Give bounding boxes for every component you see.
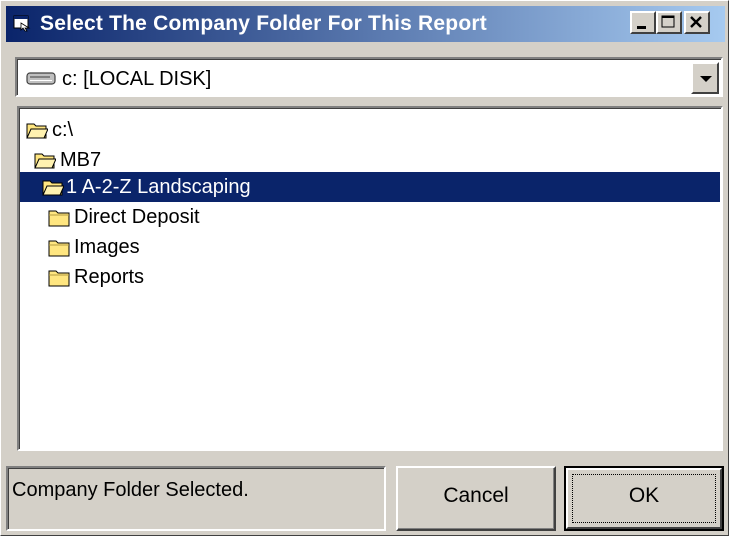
status-text: Company Folder Selected. [12,479,249,501]
folder-icon [48,240,70,257]
drive-select[interactable]: c: [LOCAL DISK] [15,57,723,97]
folder-icon [48,270,70,287]
maximize-button[interactable] [656,11,682,34]
cancel-button[interactable]: Cancel [396,466,556,531]
hard-drive-icon [26,72,56,85]
ok-button-label: OK [628,484,660,507]
folder-label: Reports [74,266,145,288]
dialog-window: Select The Company Folder For This Repor… [0,0,729,536]
app-icon [13,15,31,32]
folder-label: Direct Deposit [74,206,200,228]
chevron-down-icon [700,76,712,82]
dropdown-button[interactable] [691,62,719,94]
status-panel: Company Folder Selected. [6,466,386,531]
cancel-button-label: Cancel [443,484,509,507]
maximize-icon [661,15,675,28]
title-bar[interactable]: Select The Company Folder For This Repor… [6,6,725,42]
ok-button[interactable]: OK [564,466,724,531]
drive-select-value: c: [LOCAL DISK] [62,68,212,90]
open-folder-icon [42,180,64,196]
close-icon [690,16,702,28]
minimize-icon [637,26,646,29]
open-folder-icon [26,123,48,139]
folder-tree[interactable]: c:\ MB7 1 A-2-Z Landscaping Direct Depos… [17,106,723,451]
open-folder-icon [34,153,56,169]
folder-item-landscaping[interactable]: 1 A-2-Z Landscaping [20,172,720,202]
folder-label: MB7 [60,149,102,171]
folder-label: c:\ [52,119,74,141]
folder-label: 1 A-2-Z Landscaping [66,176,251,198]
close-button[interactable] [684,11,710,34]
minimize-button[interactable] [630,11,656,34]
folder-icon [48,210,70,227]
folder-label: Images [74,236,140,258]
window-title: Select The Company Folder For This Repor… [40,12,487,35]
